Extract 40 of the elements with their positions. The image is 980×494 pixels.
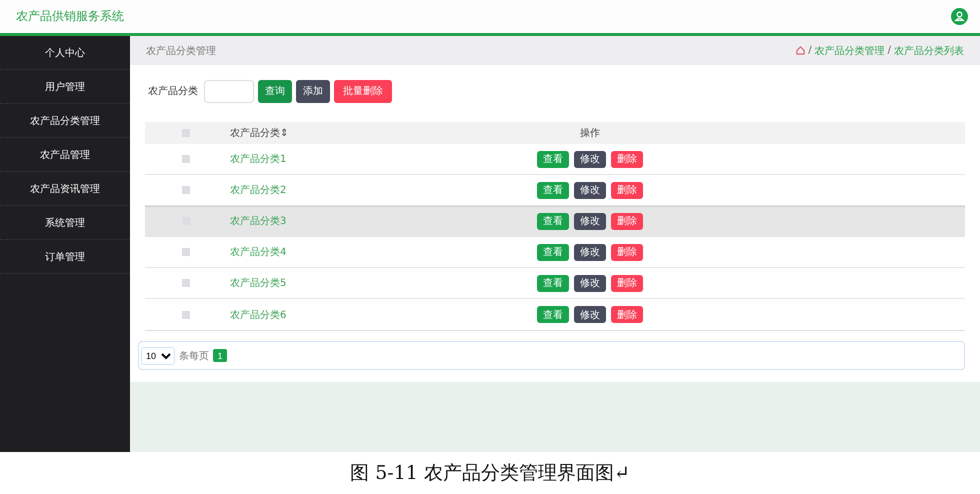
category-search-field[interactable] bbox=[204, 80, 254, 102]
delete-button[interactable]: 删除 bbox=[611, 150, 643, 168]
row-checkbox[interactable] bbox=[182, 248, 190, 256]
breadcrumb-separator: / bbox=[808, 45, 812, 56]
row-checkbox[interactable] bbox=[182, 186, 190, 194]
table-cell-text: 农产品分类1 bbox=[230, 152, 288, 166]
page-size-label: 条每页 bbox=[179, 350, 209, 362]
row-checkbox[interactable] bbox=[182, 279, 190, 287]
delete-button[interactable]: 删除 bbox=[611, 212, 643, 230]
edit-button[interactable]: 修改 bbox=[574, 274, 606, 292]
figure-caption: 图 5-11 农产品分类管理界面图↵ bbox=[350, 461, 630, 486]
breadcrumb-separator: / bbox=[888, 45, 891, 56]
row-checkbox[interactable] bbox=[182, 310, 190, 318]
column-header: 操作 bbox=[580, 127, 600, 140]
add-button[interactable]: 添加 bbox=[296, 80, 330, 102]
table-cell-text: 农产品分类4 bbox=[230, 246, 288, 259]
delete-button[interactable]: 删除 bbox=[611, 244, 643, 260]
table-cell-text: 农产品分类2 bbox=[230, 184, 288, 197]
table-cell-text: 农产品分类6 bbox=[230, 308, 288, 322]
app-title: 农产品供销服务系统 bbox=[16, 8, 124, 25]
edit-button[interactable]: 修改 bbox=[574, 244, 606, 260]
delete-button[interactable]: 删除 bbox=[611, 306, 643, 323]
edit-button[interactable]: 修改 bbox=[574, 182, 606, 198]
row-checkbox[interactable] bbox=[182, 155, 190, 163]
search-button[interactable]: 查询 bbox=[258, 80, 292, 102]
edit-button[interactable]: 修改 bbox=[574, 306, 606, 323]
column-header[interactable]: 农产品分类⇕ bbox=[230, 126, 430, 140]
page-size-select[interactable]: 10 bbox=[141, 346, 175, 364]
delete-button[interactable]: 删除 bbox=[611, 182, 643, 198]
edit-button[interactable]: 修改 bbox=[574, 150, 606, 168]
table-row[interactable]: 农产品分类3 查看 修改 删除 bbox=[145, 206, 965, 237]
table-cell-text: 农产品分类5 bbox=[230, 276, 288, 290]
user-icon[interactable] bbox=[951, 8, 968, 25]
table-cell-text: 农产品分类3 bbox=[230, 214, 288, 228]
home-icon[interactable] bbox=[796, 46, 806, 55]
filter-label: 农产品分类 bbox=[148, 84, 198, 98]
edit-button[interactable]: 修改 bbox=[574, 212, 606, 230]
page-title: 农产品分类管理 bbox=[146, 44, 216, 58]
batch-delete-button[interactable]: 批量删除 bbox=[334, 80, 392, 102]
delete-button[interactable]: 删除 bbox=[611, 274, 643, 292]
